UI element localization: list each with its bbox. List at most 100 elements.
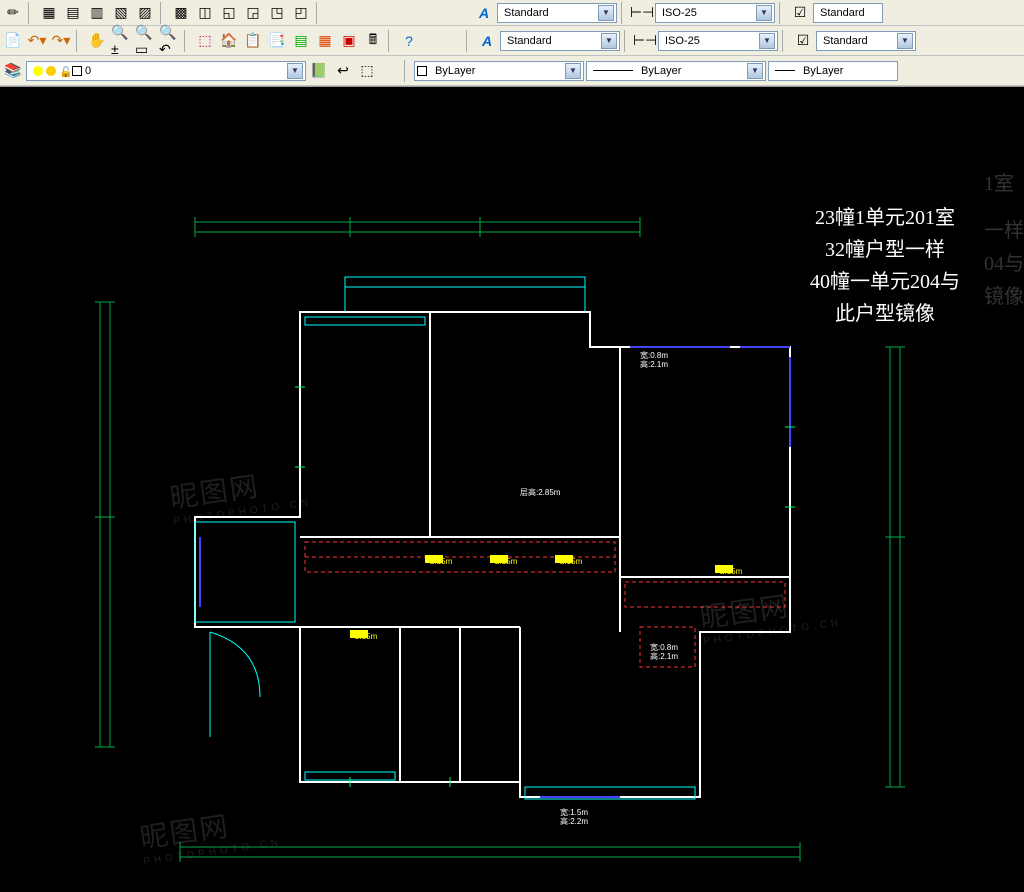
dim-style-icon[interactable]: ⊢⊣: [631, 2, 653, 24]
tool-icon[interactable]: ▤: [62, 2, 84, 24]
tool-palettes-icon[interactable]: 📋: [242, 30, 264, 52]
annotation-icon[interactable]: ✏: [2, 2, 24, 24]
tool-icon[interactable]: ▩: [170, 2, 192, 24]
design-center-icon[interactable]: 🏠: [218, 30, 240, 52]
pan-icon[interactable]: ✋: [86, 30, 108, 52]
text-style-combo[interactable]: Standard ▼: [500, 31, 620, 51]
layer-value: 🔓 0: [29, 65, 95, 77]
dimension-label: 高:2.1m: [640, 359, 668, 370]
calc-icon[interactable]: 🖩: [362, 30, 384, 52]
dim-style-value: ISO-25: [658, 7, 701, 19]
tool-icon[interactable]: ◫: [194, 2, 216, 24]
toolbar-row-2: 📄 ↶▾ ↷▾ ✋ 🔍± 🔍▭ 🔍↶ ⬚ 🏠 📋 📑 ▤ ▦ ▣ 🖩 ? A S…: [0, 26, 1024, 56]
undo-icon[interactable]: ↶▾: [26, 30, 48, 52]
toolbar-row-1: ✏ ▦ ▤ ▥ ▧ ▨ ▩ ◫ ◱ ◲ ◳ ◰ A Standard ▼ ⊢⊣ …: [0, 0, 1024, 26]
drawing-annotation: 23幢1单元201室 32幢户型一样 40幢一单元204与 此户型镜像: [760, 202, 1010, 330]
lineweight-preview-icon: [775, 70, 795, 71]
separator: [466, 30, 472, 52]
table-style-icon[interactable]: ☑: [789, 2, 811, 24]
dropdown-arrow-icon[interactable]: ▼: [287, 63, 303, 79]
text-style-combo[interactable]: Standard ▼: [497, 3, 617, 23]
zoom-window-icon[interactable]: 🔍▭: [134, 30, 156, 52]
dropdown-arrow-icon[interactable]: ▼: [897, 33, 913, 49]
dimension-label: 高:2.1m: [650, 651, 678, 662]
separator: [404, 60, 410, 82]
linetype-combo[interactable]: ByLayer ▼: [586, 61, 766, 81]
tool-icon[interactable]: ▣: [338, 30, 360, 52]
dropdown-arrow-icon[interactable]: ▼: [565, 63, 581, 79]
dim-style-icon[interactable]: ⊢⊣: [634, 30, 656, 52]
color-combo[interactable]: ByLayer ▼: [414, 61, 584, 81]
dim-style-combo[interactable]: ISO-25 ▼: [658, 31, 778, 51]
dimension-label: 2.15m: [560, 557, 582, 566]
layer-previous-icon[interactable]: ↩: [332, 60, 354, 82]
drawing-canvas[interactable]: 23幢1单元201室 32幢户型一样 40幢一单元204与 此户型镜像 1室 一…: [0, 87, 1024, 871]
table-style-value: Standard: [819, 35, 872, 47]
lightbulb-icon: [33, 66, 43, 76]
ghost-annotation: 1室 一样 04与 镜像: [984, 167, 1024, 309]
tool-icon[interactable]: ◱: [218, 2, 240, 24]
lineweight-combo[interactable]: ByLayer: [768, 61, 898, 81]
layer-states-icon[interactable]: 📗: [308, 60, 330, 82]
dropdown-arrow-icon[interactable]: ▼: [759, 33, 775, 49]
zoom-realtime-icon[interactable]: 🔍±: [110, 30, 132, 52]
quickcalc-icon[interactable]: ▦: [314, 30, 336, 52]
table-style-combo[interactable]: Standard: [813, 3, 883, 23]
dimension-label: 2.15m: [430, 557, 452, 566]
separator: [624, 30, 630, 52]
dropdown-arrow-icon[interactable]: ▼: [747, 63, 763, 79]
separator: [316, 2, 322, 24]
table-style-icon[interactable]: ☑: [792, 30, 814, 52]
tool-icon[interactable]: ▥: [86, 2, 108, 24]
annotation-line: 23幢1单元201室: [760, 202, 1010, 234]
dropdown-arrow-icon[interactable]: ▼: [598, 5, 614, 21]
linetype-preview-icon: [593, 70, 633, 71]
text-style-value: Standard: [503, 35, 556, 47]
sun-icon: [46, 66, 56, 76]
dropdown-arrow-icon[interactable]: ▼: [601, 33, 617, 49]
annotation-line: 此户型镜像: [760, 298, 1010, 330]
layer-properties-icon[interactable]: 📚: [2, 60, 24, 82]
layer-tool-icon[interactable]: ⬚: [356, 60, 378, 82]
text-style-icon[interactable]: A: [476, 30, 498, 52]
toolbar-row-3: 📚 🔓 0 ▼ 📗 ↩ ⬚ ByLayer ▼ ByLayer ▼ ByLaye…: [0, 56, 1024, 86]
separator: [388, 30, 394, 52]
tool-icon[interactable]: ◰: [290, 2, 312, 24]
linetype-value: ByLayer: [637, 65, 685, 77]
color-value: ByLayer: [431, 65, 479, 77]
separator: [621, 2, 627, 24]
tool-icon[interactable]: ▧: [110, 2, 132, 24]
text-style-value: Standard: [500, 7, 553, 19]
new-icon[interactable]: 📄: [2, 30, 24, 52]
separator: [28, 2, 34, 24]
dimension-label: 层高:2.85m: [520, 487, 560, 498]
tool-icon[interactable]: ◳: [266, 2, 288, 24]
zoom-previous-icon[interactable]: 🔍↶: [158, 30, 180, 52]
table-style-value: Standard: [816, 7, 869, 19]
text-style-icon[interactable]: A: [473, 2, 495, 24]
dropdown-arrow-icon[interactable]: ▼: [756, 5, 772, 21]
dim-style-value: ISO-25: [661, 35, 704, 47]
dimension-label: 2.15m: [495, 557, 517, 566]
properties-icon[interactable]: ⬚: [194, 30, 216, 52]
table-style-combo[interactable]: Standard ▼: [816, 31, 916, 51]
separator: [160, 2, 166, 24]
separator: [779, 2, 785, 24]
dimension-label: 高:2.2m: [560, 816, 588, 827]
redo-icon[interactable]: ↷▾: [50, 30, 72, 52]
dim-style-combo[interactable]: ISO-25 ▼: [655, 3, 775, 23]
dimension-label: 2.15m: [720, 567, 742, 576]
dimension-label: 2.15m: [355, 632, 377, 641]
annotation-line: 40幢一单元204与: [760, 266, 1010, 298]
separator: [184, 30, 190, 52]
tool-icon[interactable]: ▦: [38, 2, 60, 24]
tool-icon[interactable]: ◲: [242, 2, 264, 24]
tool-icon[interactable]: ▨: [134, 2, 156, 24]
sheet-set-icon[interactable]: 📑: [266, 30, 288, 52]
markup-icon[interactable]: ▤: [290, 30, 312, 52]
layer-combo[interactable]: 🔓 0 ▼: [26, 61, 306, 81]
lineweight-value: ByLayer: [799, 65, 847, 77]
help-icon[interactable]: ?: [398, 30, 420, 52]
lock-icon: 🔓: [59, 66, 69, 76]
color-swatch-icon: [72, 66, 82, 76]
